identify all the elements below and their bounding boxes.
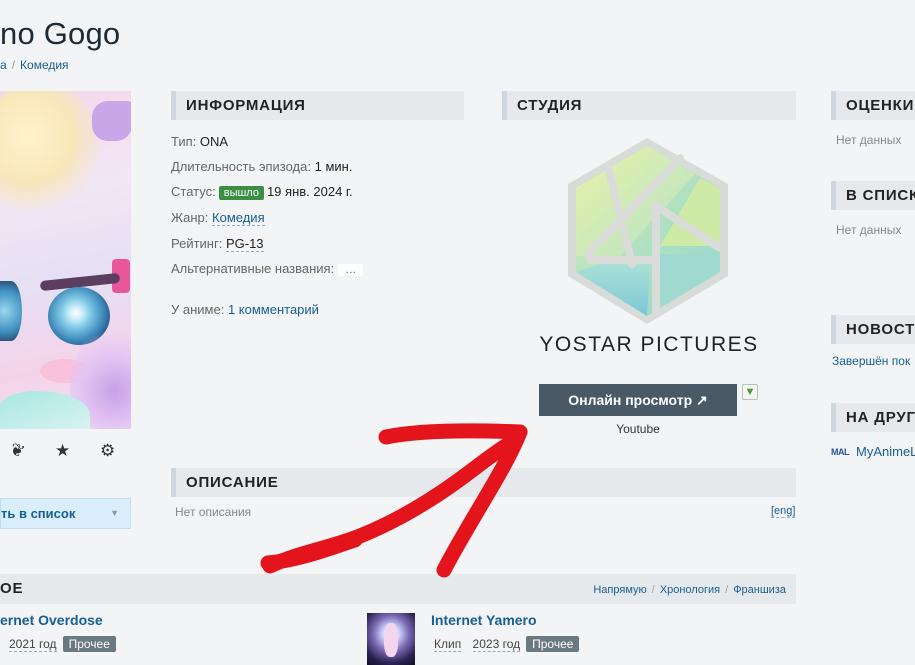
mal-link[interactable]: MyAnimeL <box>856 444 915 459</box>
poster-art <box>0 91 100 221</box>
description-header: ОПИСАНИЕ <box>171 468 796 497</box>
alt-names-label: Альтернативные названия: <box>171 261 335 276</box>
genre-link[interactable]: Комедия <box>212 210 265 226</box>
nav-separator: / <box>651 584 655 596</box>
nav-separator: / <box>725 584 729 596</box>
online-source: Youtube <box>616 422 660 436</box>
chevron-down-icon[interactable]: ▼ <box>110 499 119 528</box>
studio-logo[interactable] <box>560 136 735 326</box>
lists-header: В СПИСКА <box>831 181 915 210</box>
related-item-year[interactable]: 2021 год <box>9 637 57 652</box>
related-item-year[interactable]: 2023 год <box>472 637 521 652</box>
status-label: Статус: <box>171 184 216 199</box>
description-text: Нет описания <box>175 505 252 519</box>
news-link[interactable]: Завершён пок <box>832 354 910 368</box>
eng-description-link[interactable]: [eng] <box>771 505 796 518</box>
studio-name: YOSTAR PICTURES <box>539 333 759 356</box>
comments-label: У аниме: <box>171 302 225 317</box>
status-badge: вышло <box>218 186 264 200</box>
related-item-badge: Прочее <box>62 636 116 652</box>
duration-value: 1 мин. <box>314 159 353 174</box>
status-date: 19 янв. 2024 г. <box>266 184 353 199</box>
lists-empty: Нет данных <box>836 223 902 237</box>
related-title: ОЕ <box>0 580 24 597</box>
add-to-list-button[interactable]: ть в список ▼ <box>0 498 131 529</box>
breadcrumb-separator: / <box>11 58 16 72</box>
rating-label: Рейтинг: <box>171 236 223 251</box>
related-item-meta: Клип 2023 год Прочее <box>434 636 580 652</box>
related-nav-direct[interactable]: Напрямую <box>593 584 646 596</box>
type-label: Тип: <box>171 134 197 149</box>
genre-label: Жанр: <box>171 210 209 225</box>
related-item-title[interactable]: ernet Overdose <box>0 612 103 628</box>
poster-art <box>0 281 22 341</box>
rating-value[interactable]: PG-13 <box>225 236 264 252</box>
page-title: no Gogo <box>0 16 121 51</box>
studio-header: СТУДИЯ <box>502 91 796 120</box>
download-icon[interactable]: ▼ <box>742 384 758 400</box>
related-item-kind[interactable]: Клип <box>434 637 462 652</box>
related-nav: Напрямую / Хронология / Франшиза <box>593 574 786 606</box>
online-watch-label: Онлайн просмотр <box>568 392 693 408</box>
related-item-meta: 2021 год Прочее <box>9 636 116 652</box>
feather-icon[interactable]: ❦ <box>7 439 27 463</box>
info-header: ИНФОРМАЦИЯ <box>171 91 464 120</box>
mal-icon: MAL <box>831 447 850 457</box>
poster-art <box>92 101 131 141</box>
breadcrumb-item-genre[interactable]: Комедия <box>20 58 69 72</box>
comments-link[interactable]: 1 комментарий <box>228 302 319 317</box>
gears-icon[interactable]: ⚙ <box>100 441 115 461</box>
news-header: НОВОСТИ <box>831 315 915 344</box>
duration-label: Длительность эпизода: <box>171 159 311 174</box>
type-value: ONA <box>199 134 229 149</box>
related-item-thumbnail[interactable] <box>367 613 415 665</box>
related-nav-chronology[interactable]: Хронология <box>660 584 720 596</box>
anime-poster[interactable] <box>0 91 131 429</box>
other-sites-header: НА ДРУГ <box>831 403 915 432</box>
ratings-header: ОЦЕНКИ <box>831 91 915 120</box>
add-to-list-label: ть в список <box>1 506 76 521</box>
star-icon[interactable]: ★ <box>55 441 70 461</box>
related-item-badge: Прочее <box>526 636 580 652</box>
breadcrumb-item[interactable]: a <box>0 58 7 72</box>
breadcrumb: a / Комедия <box>0 58 69 72</box>
related-nav-franchise[interactable]: Франшиза <box>733 584 786 596</box>
related-header: ОЕ Напрямую / Хронология / Франшиза <box>0 574 796 604</box>
ratings-empty: Нет данных <box>836 133 902 147</box>
online-watch-button[interactable]: Онлайн просмотр ↗ <box>539 384 737 416</box>
related-item-title[interactable]: Internet Yamero <box>431 612 537 628</box>
studio-logo-icon <box>568 138 728 324</box>
alt-names-toggle[interactable]: … <box>338 264 364 276</box>
external-link-icon: ↗ <box>696 392 708 408</box>
